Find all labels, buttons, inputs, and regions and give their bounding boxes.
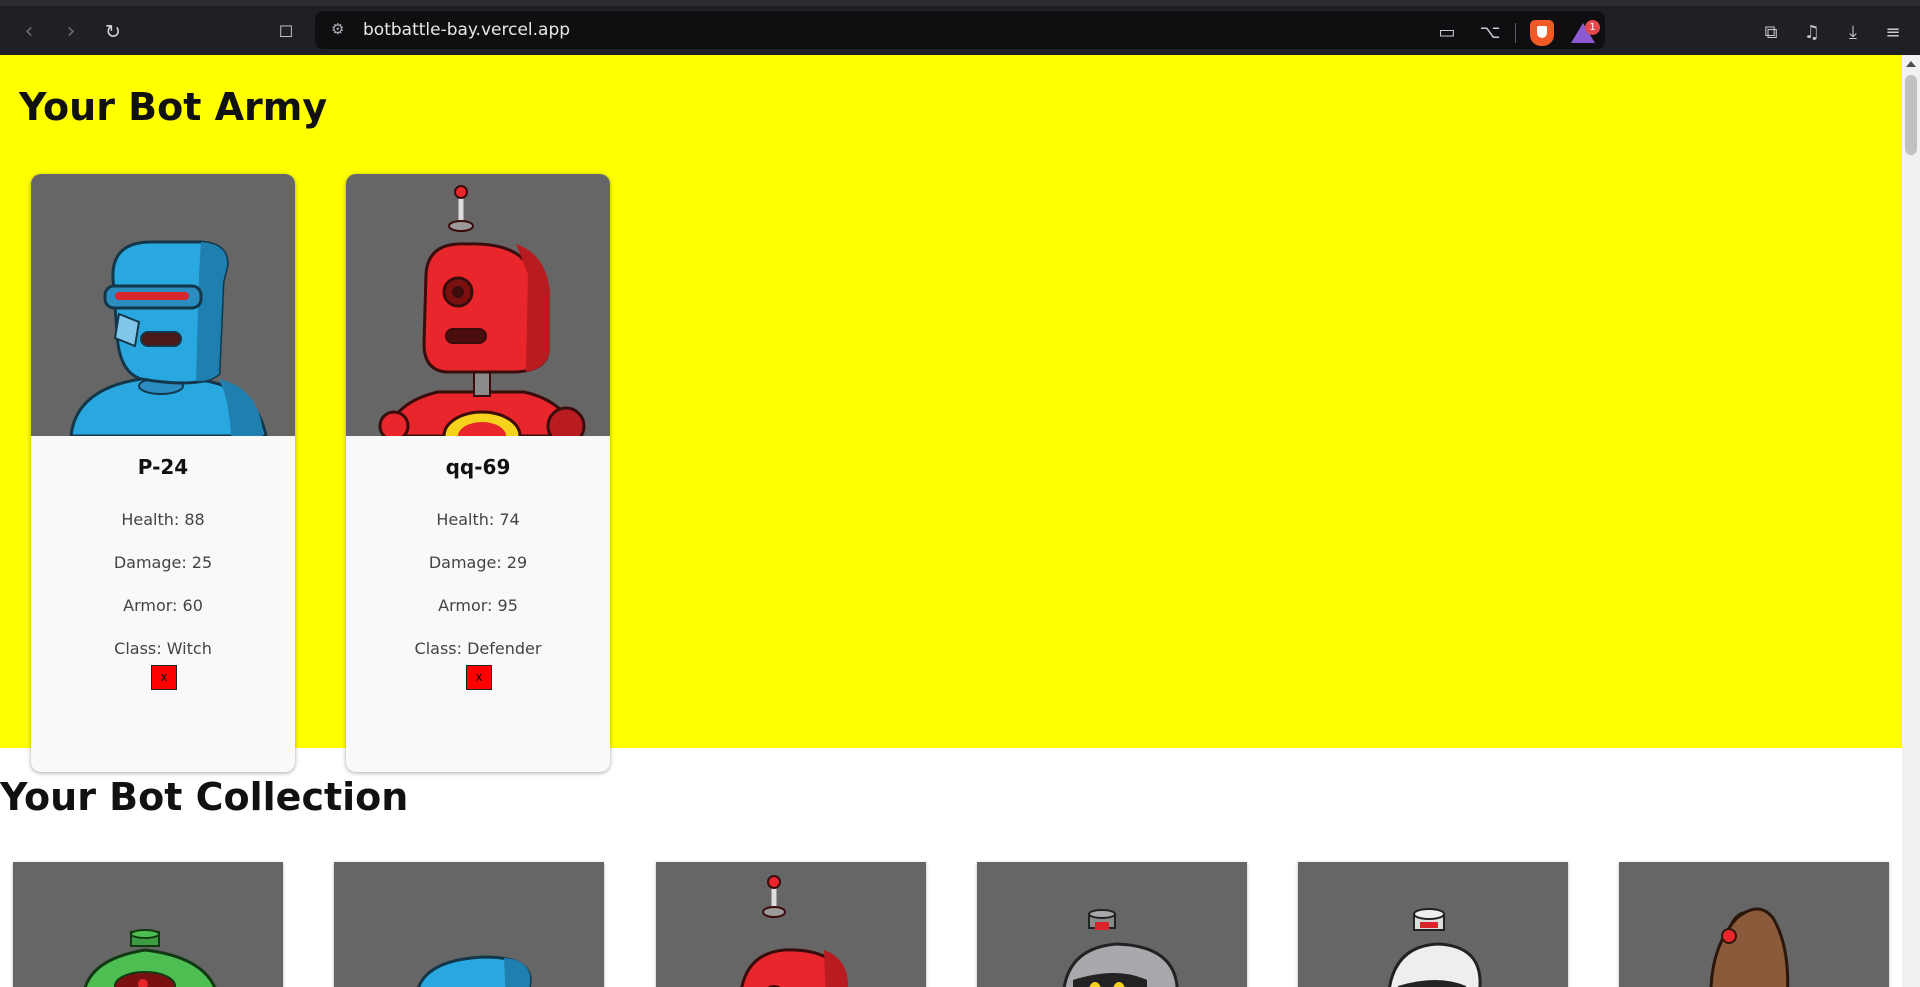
army-title: Your Bot Army [19,85,328,129]
bot-armor: Armor: 60 [123,596,203,615]
menu-icon[interactable]: ≡ [1880,20,1906,46]
bot-class: Class: Defender [414,639,542,658]
bot-health: Health: 88 [121,510,205,529]
scroll-thumb[interactable] [1905,75,1917,155]
army-bot-card[interactable]: P-24 Health: 88 Damage: 25 Armor: 60 Cla… [31,174,295,772]
page-scrollbar[interactable] [1902,55,1920,987]
collection-bot-card[interactable] [1298,862,1568,987]
bot-avatar [417,955,532,987]
bot-damage: Damage: 25 [113,553,213,572]
bot-name: qq-69 [445,455,511,479]
site-info-icon[interactable]: ⚙ [331,20,344,38]
collection-bot-card[interactable] [977,862,1247,987]
download-icon[interactable]: ⤓ [1840,20,1866,46]
bot-avatar [83,929,217,987]
address-bar[interactable]: ⚙ botbattle-bay.vercel.app [315,11,1605,49]
page-viewport: Your Bot Army P-24 Health: 88 Damage: 25… [0,55,1902,987]
bot-class: Class: Witch [114,639,212,658]
bot-avatar [1709,907,1790,987]
browser-toolbar: ‹ › ↻ ☐ ⚙ botbattle-bay.vercel.app ▭ ⌥ 1… [0,0,1920,55]
rewards-notification-badge: 1 [1585,20,1600,35]
bot-damage: Damage: 29 [428,553,528,572]
extensions-icon[interactable]: ⧉ [1758,20,1784,46]
reload-icon[interactable]: ↻ [99,18,127,46]
discharge-bot-button[interactable]: x [151,665,177,690]
bot-army-section: Your Bot Army P-24 Health: 88 Damage: 25… [0,55,1902,772]
collection-bot-card[interactable] [1619,862,1889,987]
scroll-up-icon[interactable] [1906,61,1916,67]
collection-bot-card[interactable] [13,862,283,987]
bot-avatar [1388,908,1482,987]
toolbar-divider [1515,23,1516,43]
share-icon[interactable]: ⌥ [1477,20,1503,46]
bot-armor: Armor: 95 [438,596,518,615]
bot-avatar [31,174,295,436]
bot-avatar [1062,909,1179,987]
back-icon[interactable]: ‹ [15,18,43,46]
bookmark-icon[interactable]: ☐ [272,18,300,46]
brave-shields-icon[interactable] [1530,20,1554,46]
collection-title: Your Bot Collection [0,775,409,819]
cast-icon[interactable]: ▭ [1434,20,1460,46]
discharge-bot-button[interactable]: x [466,665,492,690]
army-bot-card[interactable]: qq-69 Health: 74 Damage: 29 Armor: 95 Cl… [346,174,610,772]
collection-bot-card[interactable] [656,862,926,987]
bot-health: Health: 74 [436,510,520,529]
bot-avatar [346,174,610,436]
collection-bot-card[interactable] [334,862,604,987]
media-icon[interactable]: ♫ [1799,20,1825,46]
forward-icon[interactable]: › [57,18,85,46]
url-text: botbattle-bay.vercel.app [363,20,571,40]
bot-avatar [740,875,849,987]
bot-name: P-24 [137,455,189,479]
